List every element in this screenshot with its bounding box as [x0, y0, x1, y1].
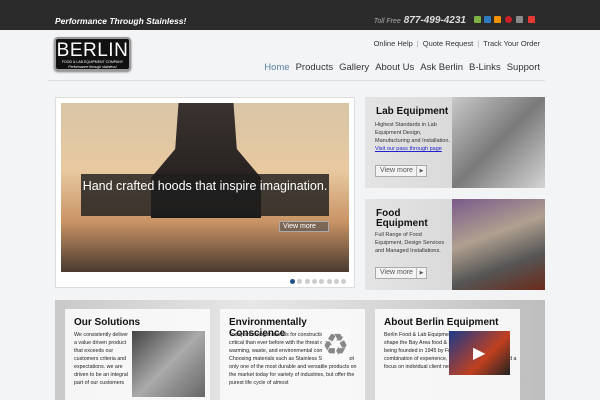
toll-free: Toll Free 877-499-4231 [340, 15, 466, 26]
card-title: Lab Equipment [376, 106, 449, 117]
rss-icon[interactable] [494, 16, 501, 23]
sink-image [452, 199, 545, 290]
card-title: Food Equipment [376, 208, 428, 229]
panel-text: We consistently deliver a value driven p… [74, 332, 129, 386]
recycle-icon: ♻ [322, 329, 349, 363]
nav-ask-berlin[interactable]: Ask Berlin [420, 62, 463, 73]
card-text: Full Range of Food Equipment, Design Ser… [375, 232, 445, 254]
online-help-link[interactable]: Online Help [374, 39, 413, 48]
slide-dot[interactable] [311, 279, 317, 284]
panel-about: About Berlin Equipment Berlin Food & Lab… [375, 309, 520, 400]
slide-dot[interactable] [333, 279, 339, 284]
lab-drawer-image [452, 97, 545, 188]
card-text: Highest Standards in Lab Equipment Desig… [375, 122, 450, 152]
instagram-icon[interactable] [516, 16, 523, 23]
play-icon: ▶ [473, 345, 486, 362]
nav-about-us[interactable]: About Us [375, 62, 414, 73]
logo-motto: Performance through stainless! [68, 65, 117, 69]
solutions-image [132, 331, 205, 397]
nav-gallery[interactable]: Gallery [339, 62, 369, 73]
main-nav: Home Products Gallery About Us Ask Berlin B-L… [230, 62, 540, 73]
phone-number: 877-499-4231 [403, 15, 466, 26]
lab-view-more-button[interactable]: View more ▶ [375, 165, 427, 177]
panel-our-solutions: Our Solutions We consistently deliver a … [65, 309, 210, 400]
slide-caption: Hand crafted hoods that inspire imaginat… [81, 174, 329, 216]
quote-request-link[interactable]: Quote Request [423, 39, 473, 48]
divider [48, 80, 545, 81]
utility-links: Online Help | Quote Request | Track Your Ord… [373, 39, 540, 48]
arrow-right-icon: ▶ [416, 166, 426, 176]
panel-environment: Environmentally Conscience Today choosin… [220, 309, 365, 400]
youtube-icon[interactable] [528, 16, 535, 23]
slide-dot[interactable] [304, 279, 310, 284]
pinterest-icon[interactable] [505, 16, 512, 23]
toll-free-label: Toll Free [373, 18, 401, 25]
panel-title: About Berlin Equipment [384, 317, 499, 328]
pass-through-link[interactable]: Visit our pass through page [375, 146, 442, 152]
food-view-more-button[interactable]: View more ▶ [375, 267, 427, 279]
linkedin-icon[interactable] [484, 16, 491, 23]
logo-name: BERLIN [56, 40, 129, 61]
slide-view-more-button[interactable]: View more [279, 221, 329, 232]
logo[interactable]: BERLIN FOOD & LAB EQUIPMENT COMPANY Perf… [54, 37, 131, 71]
nav-b-links[interactable]: B-Links [469, 62, 501, 73]
panel-title: Our Solutions [74, 317, 141, 328]
yelp-icon[interactable] [474, 16, 481, 23]
video-thumbnail[interactable]: ▶ [449, 331, 510, 375]
tagline: Performance Through Stainless! [55, 16, 187, 26]
track-order-link[interactable]: Track Your Order [483, 39, 540, 48]
nav-home[interactable]: Home [264, 62, 289, 73]
nav-support[interactable]: Support [507, 62, 540, 73]
slide-dot[interactable] [326, 279, 332, 284]
slide-dot[interactable] [290, 279, 295, 284]
nav-products[interactable]: Products [296, 62, 334, 73]
card-lab-equipment: Lab Equipment Highest Standards in Lab E… [365, 97, 545, 188]
card-food-equipment: Food Equipment Full Range of Food Equipm… [365, 199, 545, 290]
arrow-right-icon: ▶ [416, 268, 426, 278]
